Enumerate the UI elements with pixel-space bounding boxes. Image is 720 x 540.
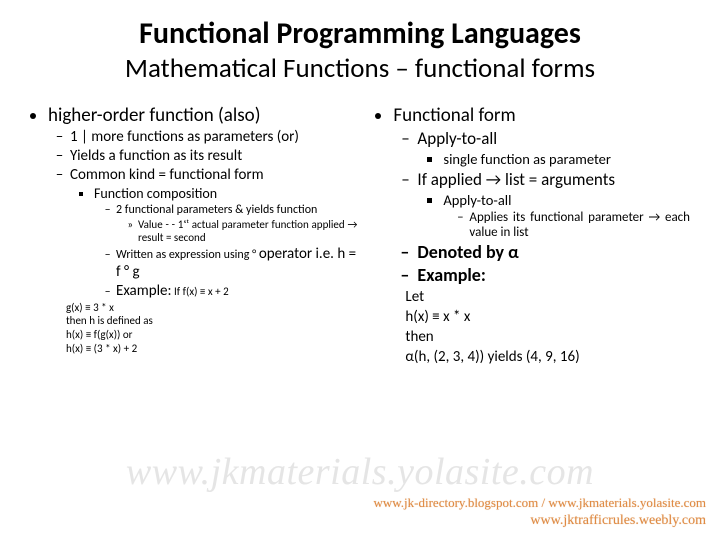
columns: higher-order function (also) 1 | more fu… bbox=[30, 103, 690, 368]
math-line-g: g(x) ≡ 3 * x bbox=[66, 301, 357, 315]
footer-line-1: www.jk-directory.blogspot.com / www.jkma… bbox=[373, 495, 706, 512]
math-line-then: then h is defined as bbox=[66, 314, 357, 328]
right-column: Functional form Apply-to-all single func… bbox=[375, 103, 690, 368]
math-line-h1: h(x) ≡ f(g(x)) or bbox=[66, 328, 357, 342]
fc-value-note: Value - - 1ˢᵗ actual parameter function … bbox=[138, 218, 357, 244]
fc-written-as-text: Written as expression using ° bbox=[116, 248, 259, 262]
apply-to-all-sub: Apply-to-all bbox=[443, 191, 690, 209]
ex-let: Let bbox=[405, 287, 690, 307]
fc-two-params: 2 functional parameters & yields functio… bbox=[116, 203, 357, 217]
math-line-h2: h(x) ≡ (3 * x) + 2 bbox=[66, 342, 357, 356]
fc-example-if: If f(x) ≡ x + 2 bbox=[172, 285, 229, 298]
fc-example-heading: Example: If f(x) ≡ x + 2 bbox=[116, 282, 357, 300]
title-main: Functional Programming Languages bbox=[30, 18, 690, 50]
left-column: higher-order function (also) 1 | more fu… bbox=[30, 103, 357, 368]
ex-hx: h(x) ≡ x * x bbox=[405, 307, 690, 327]
slide: Functional Programming Languages Mathema… bbox=[0, 0, 720, 378]
ex-then: then bbox=[405, 327, 690, 347]
function-composition-heading: Function composition bbox=[94, 185, 357, 202]
example-heading: Example: bbox=[417, 264, 690, 286]
hof-heading: higher-order function (also) bbox=[48, 104, 357, 127]
fc-written-as: Written as expression using ° operator i… bbox=[116, 245, 357, 281]
denoted-by-alpha: Denoted by α bbox=[417, 241, 690, 263]
hof-point-common: Common kind = functional form bbox=[70, 166, 357, 184]
footer: www.jk-directory.blogspot.com / www.jkma… bbox=[373, 495, 706, 530]
hof-point-yields: Yields a function as its result bbox=[70, 147, 357, 165]
footer-line-2: www.jktrafficrules.weebly.com bbox=[373, 512, 706, 530]
ex-alpha: α(h, (2, 3, 4)) yields (4, 9, 16) bbox=[405, 347, 690, 367]
fc-example-label: Example: bbox=[116, 282, 172, 300]
title-sub: Mathematical Functions – functional form… bbox=[30, 52, 690, 85]
single-function-param: single function as parameter bbox=[443, 150, 690, 168]
hof-point-params: 1 | more functions as parameters (or) bbox=[70, 128, 357, 146]
functional-form-heading: Functional form bbox=[393, 104, 690, 127]
watermark-text: www.jkmaterials.yolasite.com bbox=[0, 450, 720, 494]
applies-each-value: Applies its functional parameter → each … bbox=[469, 210, 690, 240]
apply-to-all-heading: Apply-to-all bbox=[417, 128, 690, 149]
if-applied-list: If applied → list = arguments bbox=[417, 169, 690, 190]
